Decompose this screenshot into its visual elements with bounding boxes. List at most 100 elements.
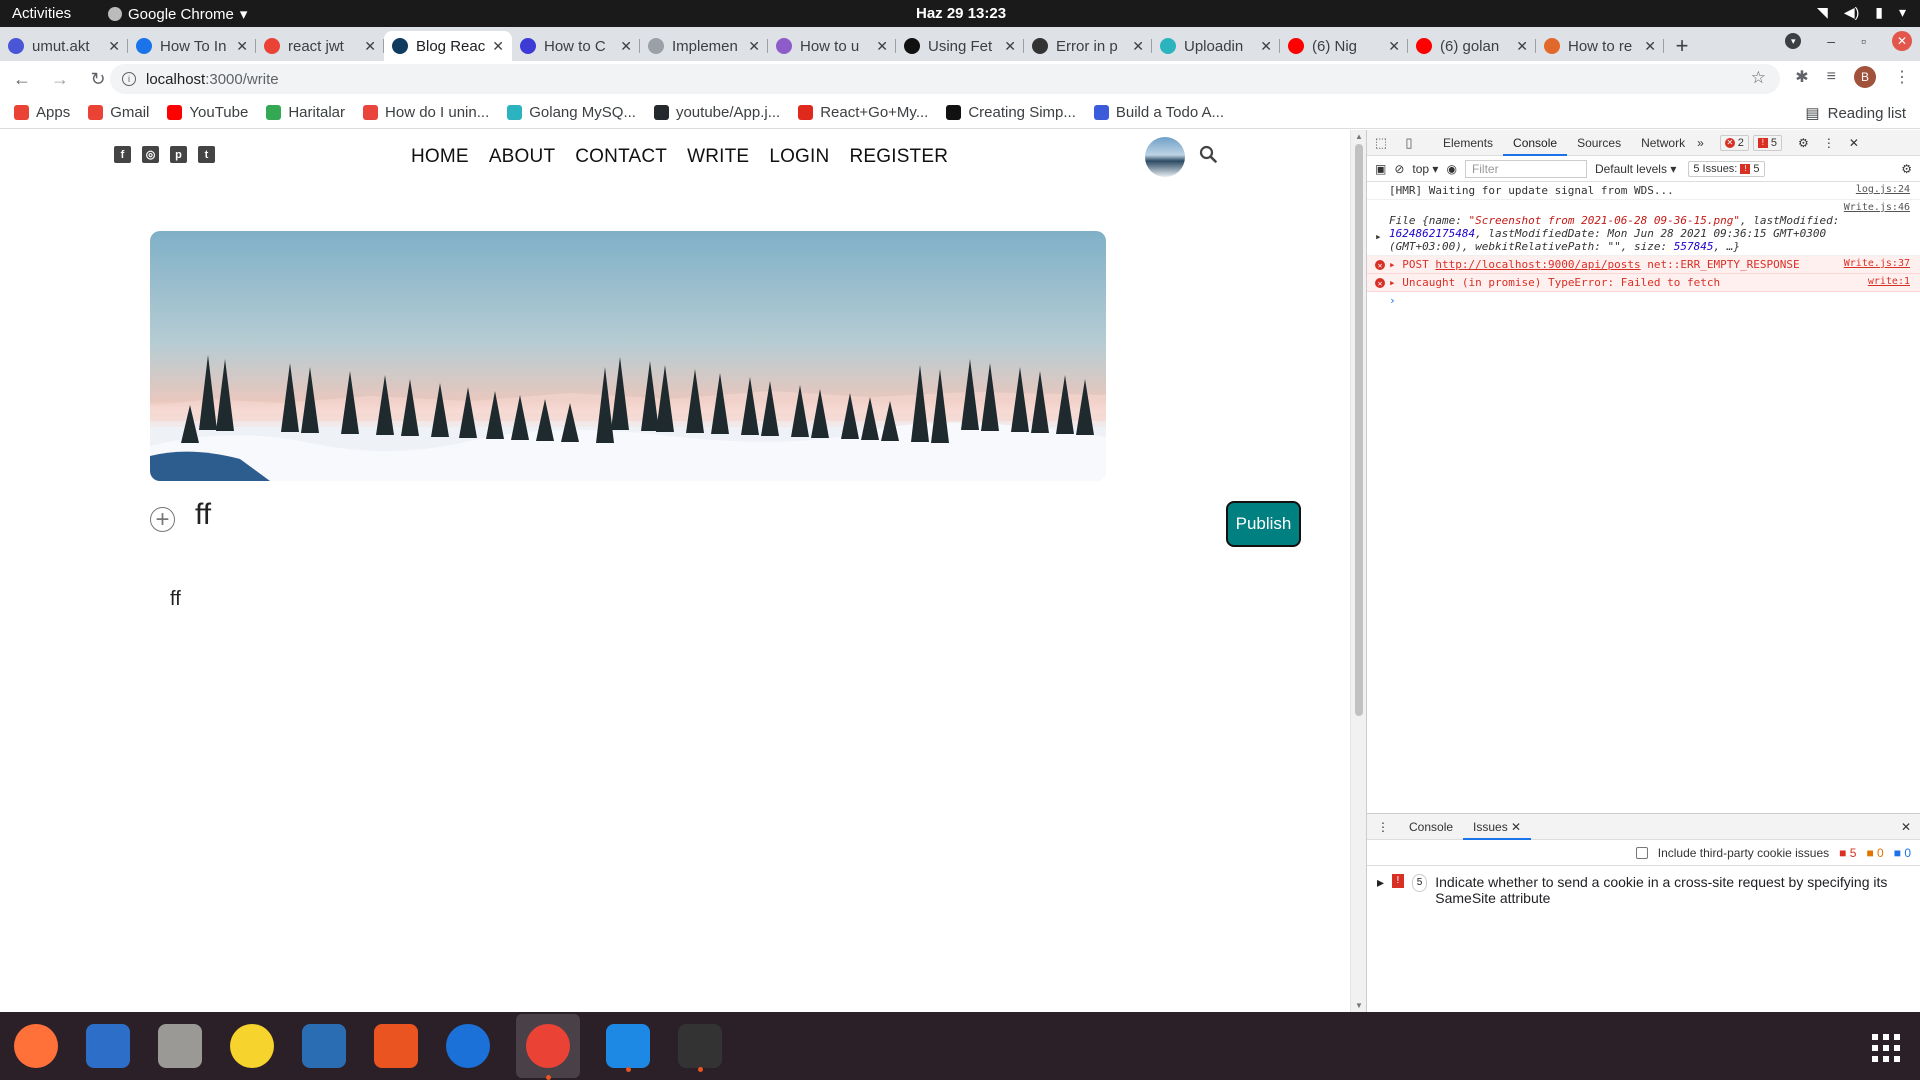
tab-close-icon[interactable]: ✕ (492, 38, 504, 55)
help-icon[interactable] (444, 1022, 492, 1070)
expand-triangle-icon[interactable]: ▸ (1375, 230, 1382, 243)
bookmark-item[interactable]: Build a Todo A... (1093, 104, 1224, 121)
browser-tab[interactable]: (6) golan ✕ (1408, 31, 1536, 61)
story-textarea[interactable]: ff (170, 588, 181, 611)
new-tab-button[interactable]: + (1664, 31, 1700, 61)
chrome-menu-icon[interactable]: ⋮ (1894, 67, 1910, 87)
browser-tab[interactable]: How To In ✕ (128, 31, 256, 61)
console-error[interactable]: ✕ ▸ POST http://localhost:9000/api/posts… (1367, 256, 1920, 274)
console-source-link[interactable]: Write.js:37 (1844, 258, 1910, 269)
tab-close-icon[interactable]: ✕ (1004, 38, 1016, 55)
browser-tab[interactable]: Blog Reac ✕ (384, 31, 512, 61)
bookmark-item[interactable]: Apps (14, 104, 70, 121)
reading-list-button[interactable]: ▤ Reading list (1805, 104, 1906, 123)
files-icon[interactable] (156, 1022, 204, 1070)
extensions-icon[interactable]: ✱ (1795, 67, 1808, 87)
app-menu[interactable]: Google Chrome ▾ (108, 5, 247, 23)
forward-button[interactable]: → (44, 63, 76, 95)
pinterest-icon[interactable]: p (170, 146, 187, 163)
more-tabs-icon[interactable]: » (1697, 136, 1704, 150)
instagram-icon[interactable]: ◎ (142, 146, 159, 163)
site-info-icon[interactable]: i (122, 72, 136, 86)
system-tray[interactable]: ◥ ◀) ▮ ▾ (1817, 4, 1906, 21)
profile-avatar[interactable]: B (1854, 66, 1876, 88)
drawer-menu-icon[interactable]: ⋮ (1367, 820, 1399, 834)
log-levels-select[interactable]: Default levels ▾ (1595, 162, 1676, 176)
address-bar[interactable]: i localhost:3000/write ☆ (110, 64, 1780, 94)
close-devtools-icon[interactable]: ✕ (1849, 136, 1859, 150)
browser-tab[interactable]: Error in p ✕ (1024, 31, 1152, 61)
facebook-icon[interactable]: f (114, 146, 131, 163)
context-select[interactable]: top ▾ (1412, 162, 1438, 176)
bookmark-item[interactable]: Gmail (88, 104, 149, 121)
writer-icon[interactable] (300, 1022, 348, 1070)
tab-close-icon[interactable]: ✕ (1132, 38, 1144, 55)
live-expression-eye-icon[interactable]: ◉ (1446, 162, 1456, 176)
publish-button[interactable]: Publish (1226, 501, 1301, 547)
nav-home[interactable]: HOME (411, 146, 469, 168)
drawer-tab-console[interactable]: Console (1399, 814, 1463, 840)
tab-sources[interactable]: Sources (1567, 130, 1631, 156)
tab-close-icon[interactable]: ✕ (1260, 38, 1272, 55)
bookmark-item[interactable]: How do I unin... (363, 104, 489, 121)
firefox-icon[interactable] (12, 1022, 60, 1070)
tab-close-icon[interactable]: ✕ (1644, 38, 1656, 55)
devtools-menu-icon[interactable]: ⋮ (1823, 136, 1835, 150)
close-drawer-icon[interactable]: ✕ (1901, 820, 1911, 834)
tab-close-icon[interactable]: ✕ (1388, 38, 1400, 55)
browser-tab[interactable]: Using Fet ✕ (896, 31, 1024, 61)
third-party-checkbox[interactable] (1635, 846, 1648, 859)
scroll-up-arrow-icon[interactable]: ▲ (1355, 132, 1363, 141)
browser-tab[interactable]: How to re ✕ (1536, 31, 1664, 61)
bookmark-item[interactable]: youtube/App.j... (653, 104, 780, 121)
browser-tab[interactable]: Uploadin ✕ (1152, 31, 1280, 61)
browser-tab[interactable]: react jwt ✕ (256, 31, 384, 61)
minimize-button[interactable]: – (1827, 33, 1835, 49)
browser-tab[interactable]: umut.akt ✕ (0, 31, 128, 61)
rhythmbox-icon[interactable] (228, 1022, 276, 1070)
bookmark-item[interactable]: Creating Simp... (946, 104, 1076, 121)
settings-gear-icon[interactable]: ⚙ (1798, 136, 1809, 150)
tab-elements[interactable]: Elements (1433, 130, 1503, 156)
nav-register[interactable]: REGISTER (849, 146, 948, 168)
bookmark-item[interactable]: React+Go+My... (798, 104, 928, 121)
console-error[interactable]: ✕ ▸ Uncaught (in promise) TypeError: Fai… (1367, 274, 1920, 292)
search-icon[interactable] (1199, 145, 1217, 163)
inspect-element-icon[interactable]: ⬚ (1367, 135, 1395, 151)
drawer-tab-issues[interactable]: Issues ✕ (1463, 814, 1532, 840)
nav-about[interactable]: ABOUT (489, 146, 555, 168)
terminal-icon[interactable] (676, 1022, 724, 1072)
browser-tab[interactable]: (6) Nig ✕ (1280, 31, 1408, 61)
browser-tab[interactable]: Implemen ✕ (640, 31, 768, 61)
console-filter-input[interactable]: Filter (1464, 159, 1587, 178)
tab-close-icon[interactable]: ✕ (620, 38, 632, 55)
media-control-icon[interactable]: ≡ (1827, 68, 1836, 86)
tab-close-icon[interactable]: ✕ (876, 38, 888, 55)
scrollbar-thumb[interactable] (1355, 144, 1363, 716)
title-input[interactable] (195, 498, 995, 532)
tab-close-icon[interactable]: ✕ (236, 38, 248, 55)
issue-item[interactable]: ▸ ! 5 Indicate whether to send a cookie … (1367, 866, 1920, 914)
software-icon[interactable] (372, 1022, 420, 1070)
clock[interactable]: Haz 29 13:23 (916, 5, 1006, 22)
console-message[interactable]: [HMR] Waiting for update signal from WDS… (1367, 182, 1920, 200)
console-settings-icon[interactable]: ⚙ (1901, 162, 1912, 176)
nav-login[interactable]: LOGIN (769, 146, 829, 168)
issues-button[interactable]: 5 Issues: ! 5 (1688, 160, 1765, 177)
tab-close-icon[interactable]: ✕ (364, 38, 376, 55)
bookmark-item[interactable]: Haritalar (266, 104, 345, 121)
scroll-down-arrow-icon[interactable]: ▼ (1355, 1001, 1363, 1010)
bookmark-star-icon[interactable]: ☆ (1751, 68, 1766, 88)
console-source-link[interactable]: write:1 (1868, 276, 1910, 287)
bookmark-item[interactable]: Golang MySQ... (507, 104, 636, 121)
error-count-badge[interactable]: ✕ 2 (1719, 134, 1749, 151)
tab-close-icon[interactable]: ✕ (1516, 38, 1528, 55)
tab-console[interactable]: Console (1503, 130, 1568, 156)
nav-contact[interactable]: CONTACT (575, 146, 667, 168)
user-avatar[interactable] (1145, 137, 1185, 177)
device-toolbar-icon[interactable]: ▯ (1395, 135, 1423, 151)
vscode-icon[interactable] (604, 1022, 652, 1072)
issue-count-badge[interactable]: ! 5 (1752, 134, 1783, 151)
expand-triangle-icon[interactable]: ▸ (1377, 874, 1384, 890)
tab-close-icon[interactable]: ✕ (748, 38, 760, 55)
